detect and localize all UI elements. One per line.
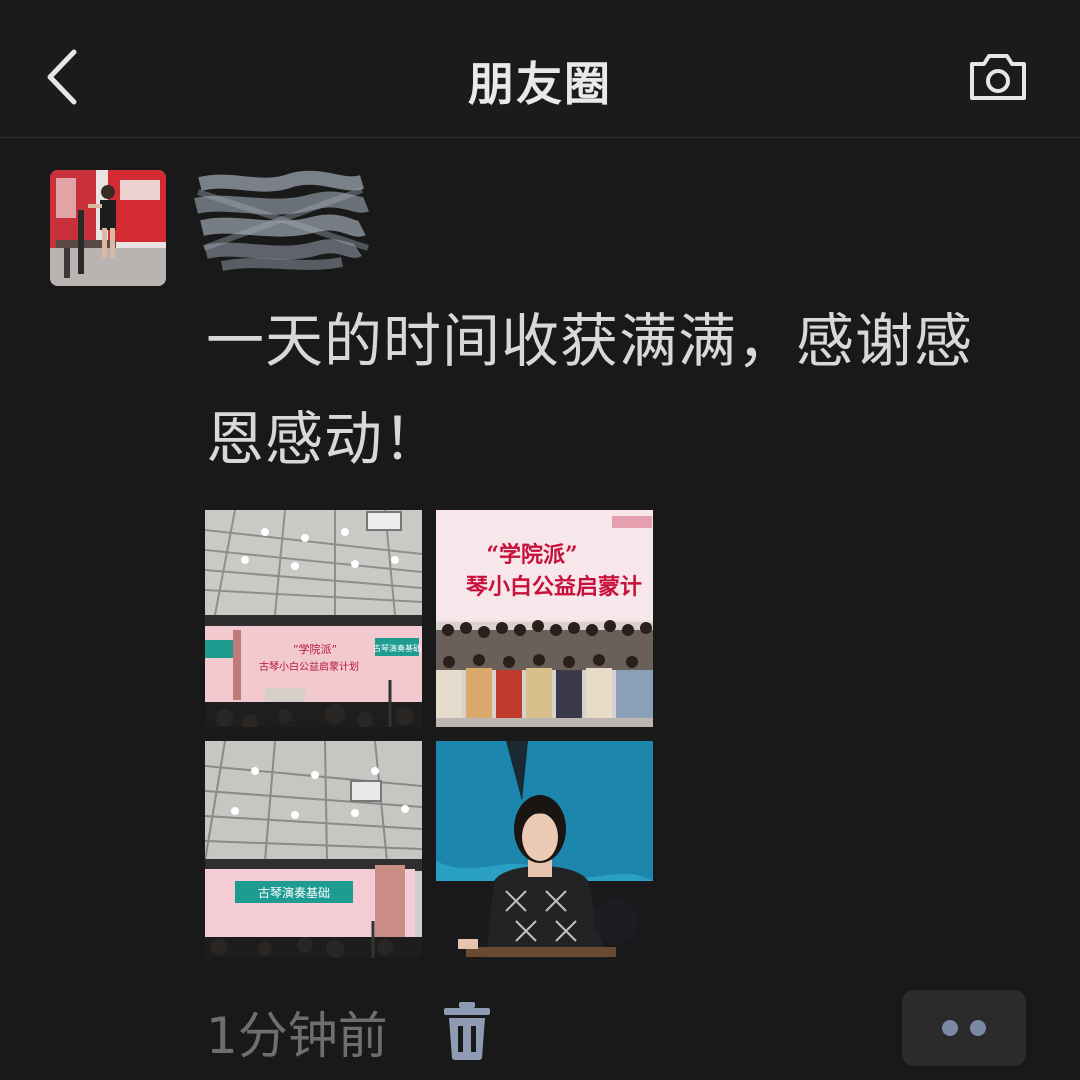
post-photo-3[interactable]: 古琴演奏基础 — [205, 741, 422, 958]
post-photo-1[interactable]: “学院派” 古琴小白公益启蒙计划 古琴演奏基础 — [205, 510, 422, 727]
post-photo-2[interactable]: “学院派” 琴小白公益启蒙计 — [436, 510, 653, 727]
navbar: 朋友圈 — [0, 0, 1080, 138]
post-time: 1分钟前 — [206, 1007, 388, 1065]
photo-1-side-panel: 古琴演奏基础 — [373, 643, 421, 653]
page-title: 朋友圈 — [468, 57, 612, 111]
more-dots-icon — [942, 1020, 958, 1036]
avatar[interactable] — [50, 170, 166, 286]
camera-icon — [970, 54, 1026, 100]
avatar-image — [50, 170, 166, 286]
trash-icon — [444, 1002, 490, 1060]
username-redacted[interactable] — [192, 162, 372, 282]
photo-1-screen-subtitle: 古琴小白公益启蒙计划 — [259, 660, 359, 673]
delete-button[interactable] — [440, 1000, 494, 1062]
redaction-scribble — [194, 170, 369, 271]
photo-2-banner-title: “学院派” — [486, 542, 577, 568]
post-text: 一天的时间收获满满，感谢感恩感动！ — [206, 307, 974, 473]
camera-button[interactable] — [966, 52, 1030, 104]
photo-1-screen-title: “学院派” — [293, 642, 337, 656]
photo-2-banner-subtitle: 琴小白公益启蒙计 — [466, 574, 642, 600]
more-dots-icon — [970, 1020, 986, 1036]
photo-3-screen-text: 古琴演奏基础 — [258, 885, 330, 900]
post-photo-4[interactable] — [436, 741, 653, 958]
more-button[interactable] — [902, 990, 1026, 1066]
